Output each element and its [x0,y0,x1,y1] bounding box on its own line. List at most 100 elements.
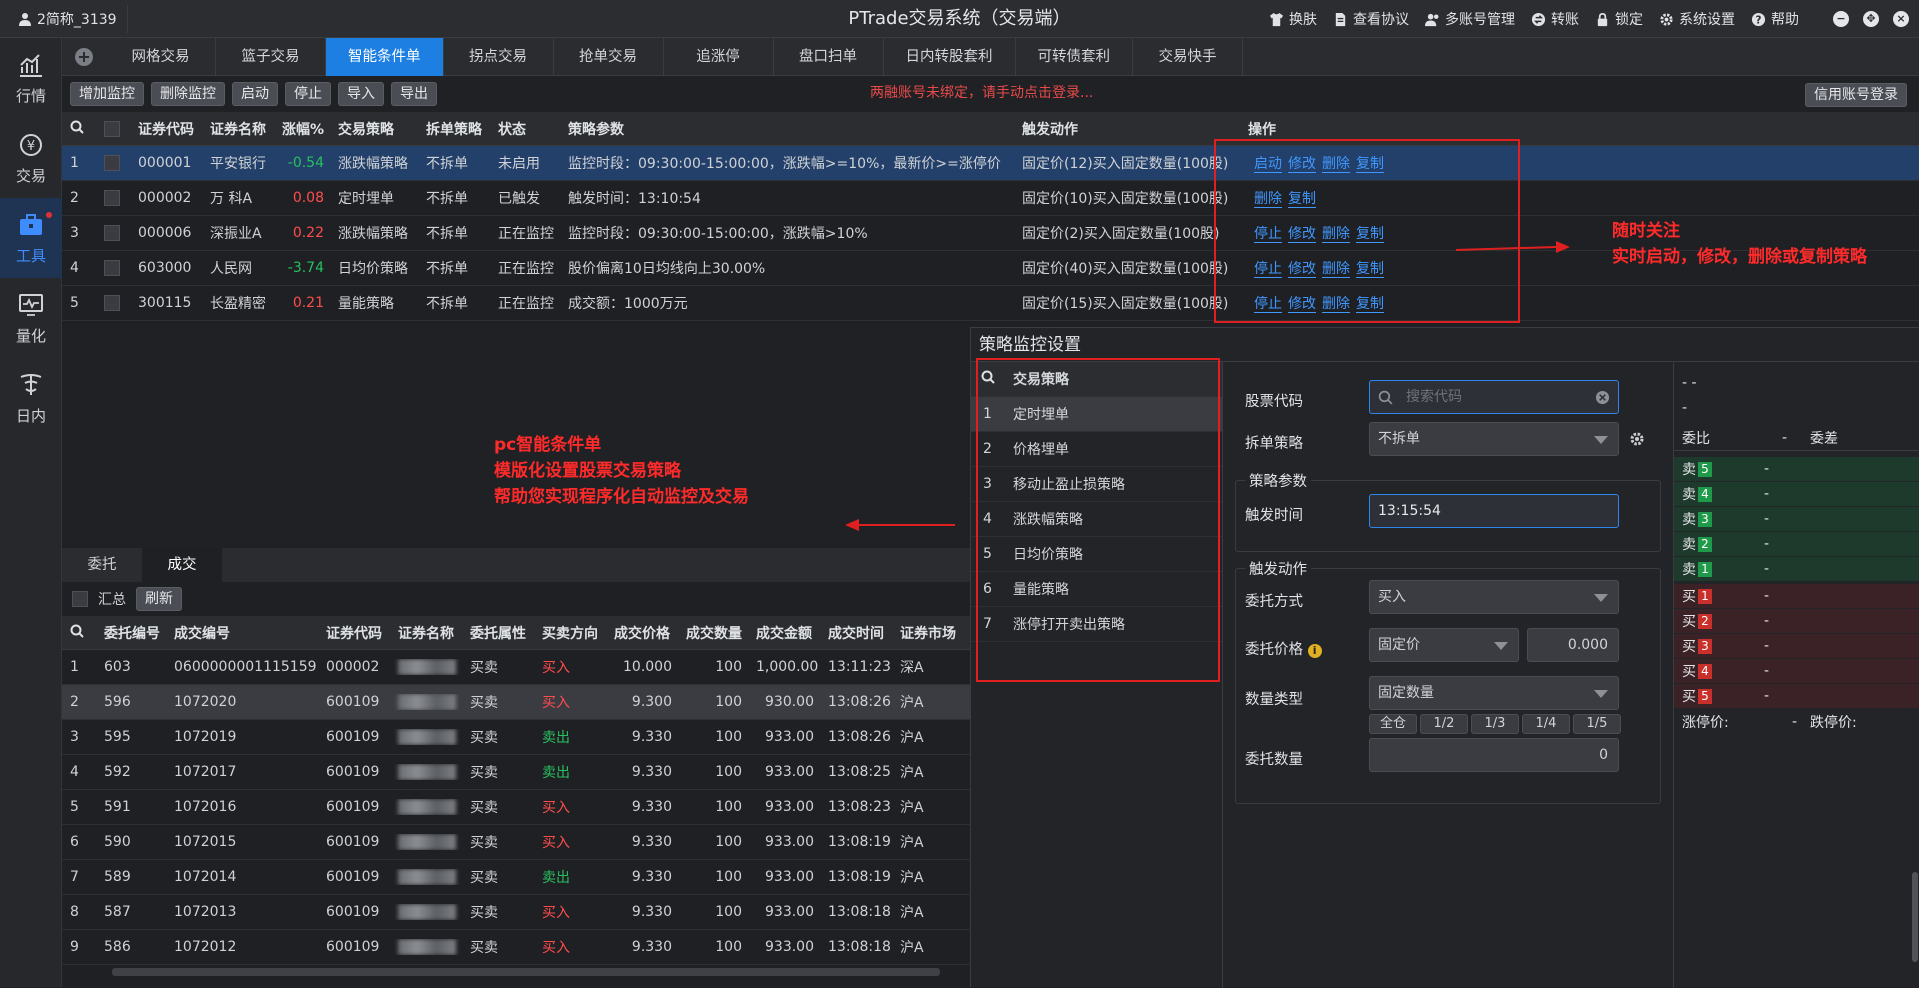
sidebar-item-trade[interactable]: ¥ 交易 [0,118,62,198]
row-checkbox[interactable] [104,225,120,241]
table-cell: 13:11:23 [828,659,891,675]
tab-intraday-convert[interactable]: 日内转股套利 [884,38,1016,76]
tab-quick-trade[interactable]: 交易快手 [1133,38,1243,76]
minimize-icon[interactable]: − [1833,11,1849,27]
qty-input[interactable]: 0 [1369,738,1619,772]
sidebar-item-tools[interactable]: 工具 [0,198,62,278]
order-book-scrollbar[interactable] [1912,872,1918,962]
delete-monitor-button[interactable]: 删除监控 [151,82,225,106]
buy-level-row[interactable]: 买3 - [1674,634,1919,659]
menu-lock[interactable]: 锁定 [1595,9,1643,29]
close-icon[interactable]: × [1893,11,1909,27]
row-checkbox[interactable] [104,260,120,276]
order-price-input[interactable]: 0.000 [1527,628,1619,662]
table-cell: 596 [104,694,131,710]
maximize-icon[interactable]: ✥ [1863,11,1879,27]
menu-transfer[interactable]: 转账 [1531,9,1579,29]
user-icon [19,13,31,26]
buy-level-row[interactable]: 买2 - [1674,609,1919,634]
import-button[interactable]: 导入 [338,82,384,106]
fraction-fifth-button[interactable]: 1/5 [1573,714,1621,734]
stop-button[interactable]: 停止 [285,82,331,106]
fraction-third-button[interactable]: 1/3 [1471,714,1519,734]
summary-checkbox[interactable] [72,591,88,607]
menu-help[interactable]: ? 帮助 [1751,9,1799,29]
buy-level-row[interactable]: 买4 - [1674,659,1919,684]
order-mode-select[interactable]: 买入 [1369,580,1619,614]
deals-horizontal-scrollbar[interactable] [112,968,940,976]
table-cell: 固定价(40)买入固定数量(100股) [1022,261,1229,277]
fraction-quarter-button[interactable]: 1/4 [1522,714,1570,734]
qty-type-select[interactable]: 固定数量 [1369,676,1619,710]
sell-level-row[interactable]: 卖5 - [1674,457,1919,482]
table-row[interactable]: 5 591 1072016 600109 买卖 买入 9.330 100 933.00 13:08… [62,790,970,825]
row-checkbox[interactable] [104,155,120,171]
menu-skin[interactable]: 换肤 [1269,9,1317,29]
table-row[interactable]: 6 590 1072015 600109 买卖 买入 9.330 100 933.00 13:08… [62,825,970,860]
table-row[interactable]: 9 586 1072012 600109 买卖 买入 9.330 100 933.00 13:08… [62,930,970,965]
sidebar-item-intraday[interactable]: 日内 [0,358,62,438]
table-row[interactable]: 2 000002 万 科A 0.08 定时埋单 不拆单 已触发 触发时间：13:10:54 固定… [62,181,1919,216]
tab-turning-point[interactable]: 拐点交易 [444,38,554,76]
table-cell: 正在监控 [498,296,554,312]
order-price-type-select[interactable]: 固定价 [1369,628,1519,662]
menu-settings[interactable]: 系统设置 [1659,9,1735,29]
table-row[interactable]: 7 589 1072014 600109 买卖 卖出 9.330 100 933.00 13:08… [62,860,970,895]
tab-smart-condition[interactable]: 智能条件单 [326,38,444,76]
split-strategy-select[interactable]: 不拆单 [1369,422,1619,456]
table-row[interactable]: 2 596 1072020 600109 买卖 买入 9.300 100 930.00 13:08… [62,685,970,720]
tab-basket-trade[interactable]: 篮子交易 [216,38,326,76]
table-cell: 592 [104,764,131,780]
fraction-full-button[interactable]: 全仓 [1369,714,1417,734]
table-row[interactable]: 1 603 0600000001115159 000002 买卖 买入 10.000 100 1… [62,650,970,685]
users-icon [1425,13,1439,26]
user-account[interactable]: 2简称_3139 [8,5,128,33]
start-button[interactable]: 启动 [232,82,278,106]
fraction-half-button[interactable]: 1/2 [1420,714,1468,734]
table-row[interactable]: 5 300115 长盈精密 0.21 量能策略 不拆单 正在监控 成交额：1000万元 固定价(… [62,286,1919,321]
tab-deals[interactable]: 成交 [142,548,222,582]
tab-chase-limit-up[interactable]: 追涨停 [664,38,774,76]
buy-level-row[interactable]: 买1 - [1674,584,1919,609]
row-checkbox[interactable] [104,190,120,206]
level-value: - [1764,536,1770,552]
tab-order-sweep[interactable]: 盘口扫单 [774,38,884,76]
stock-search-input[interactable]: 搜索代码 [1369,380,1619,414]
table-cell: 590 [104,834,131,850]
deals-search-icon[interactable] [62,624,96,642]
sell-level-row[interactable]: 卖1 - [1674,557,1919,582]
buy-level-row[interactable]: 买5 - [1674,684,1919,709]
select-all-checkbox[interactable] [104,120,120,137]
sell-level-row[interactable]: 卖4 - [1674,482,1919,507]
info-icon[interactable]: i [1307,644,1322,658]
row-checkbox[interactable] [104,295,120,311]
credit-login-button[interactable]: 信用账号登录 [1805,83,1907,107]
table-cell: 固定价(2)买入固定数量(100股) [1022,226,1220,242]
table-search-icon[interactable] [62,120,96,138]
tab-bond-arbitrage[interactable]: 可转债套利 [1016,38,1133,76]
sell-level-row[interactable]: 卖3 - [1674,507,1919,532]
clear-icon[interactable] [1595,390,1610,405]
add-tab-button[interactable] [62,38,106,76]
table-cell: 600109 [326,834,380,850]
refresh-button[interactable]: 刷新 [136,587,182,611]
table-cell: 已触发 [498,191,540,207]
tab-grid-trade[interactable]: 网格交易 [106,38,216,76]
gear-icon[interactable] [1629,431,1645,447]
table-row[interactable]: 8 587 1072013 600109 买卖 买入 9.330 100 933.00 13:08… [62,895,970,930]
tab-grab-order[interactable]: 抢单交易 [554,38,664,76]
menu-agreement[interactable]: 查看协议 [1333,9,1409,29]
table-row[interactable]: 4 592 1072017 600109 买卖 卖出 9.330 100 933.00 13:08… [62,755,970,790]
tab-entrust[interactable]: 委托 [62,548,142,582]
sidebar-item-quant[interactable]: 量化 [0,278,62,358]
add-monitor-button[interactable]: 增加监控 [70,82,144,106]
table-row[interactable]: 1 000001 平安银行 -0.54 涨跌幅策略 不拆单 未启用 监控时段：09:30:00… [62,146,1919,181]
trigger-time-input[interactable]: 13:15:54 [1369,494,1619,528]
sidebar-item-market[interactable]: 行情 [0,38,62,118]
table-cell: 9.330 [631,904,672,920]
export-button[interactable]: 导出 [391,82,437,106]
level-label: 买 [1682,639,1696,655]
table-row[interactable]: 3 595 1072019 600109 买卖 卖出 9.330 100 933.00 13:08… [62,720,970,755]
sell-level-row[interactable]: 卖2 - [1674,532,1919,557]
menu-multi-account[interactable]: 多账号管理 [1425,9,1515,29]
